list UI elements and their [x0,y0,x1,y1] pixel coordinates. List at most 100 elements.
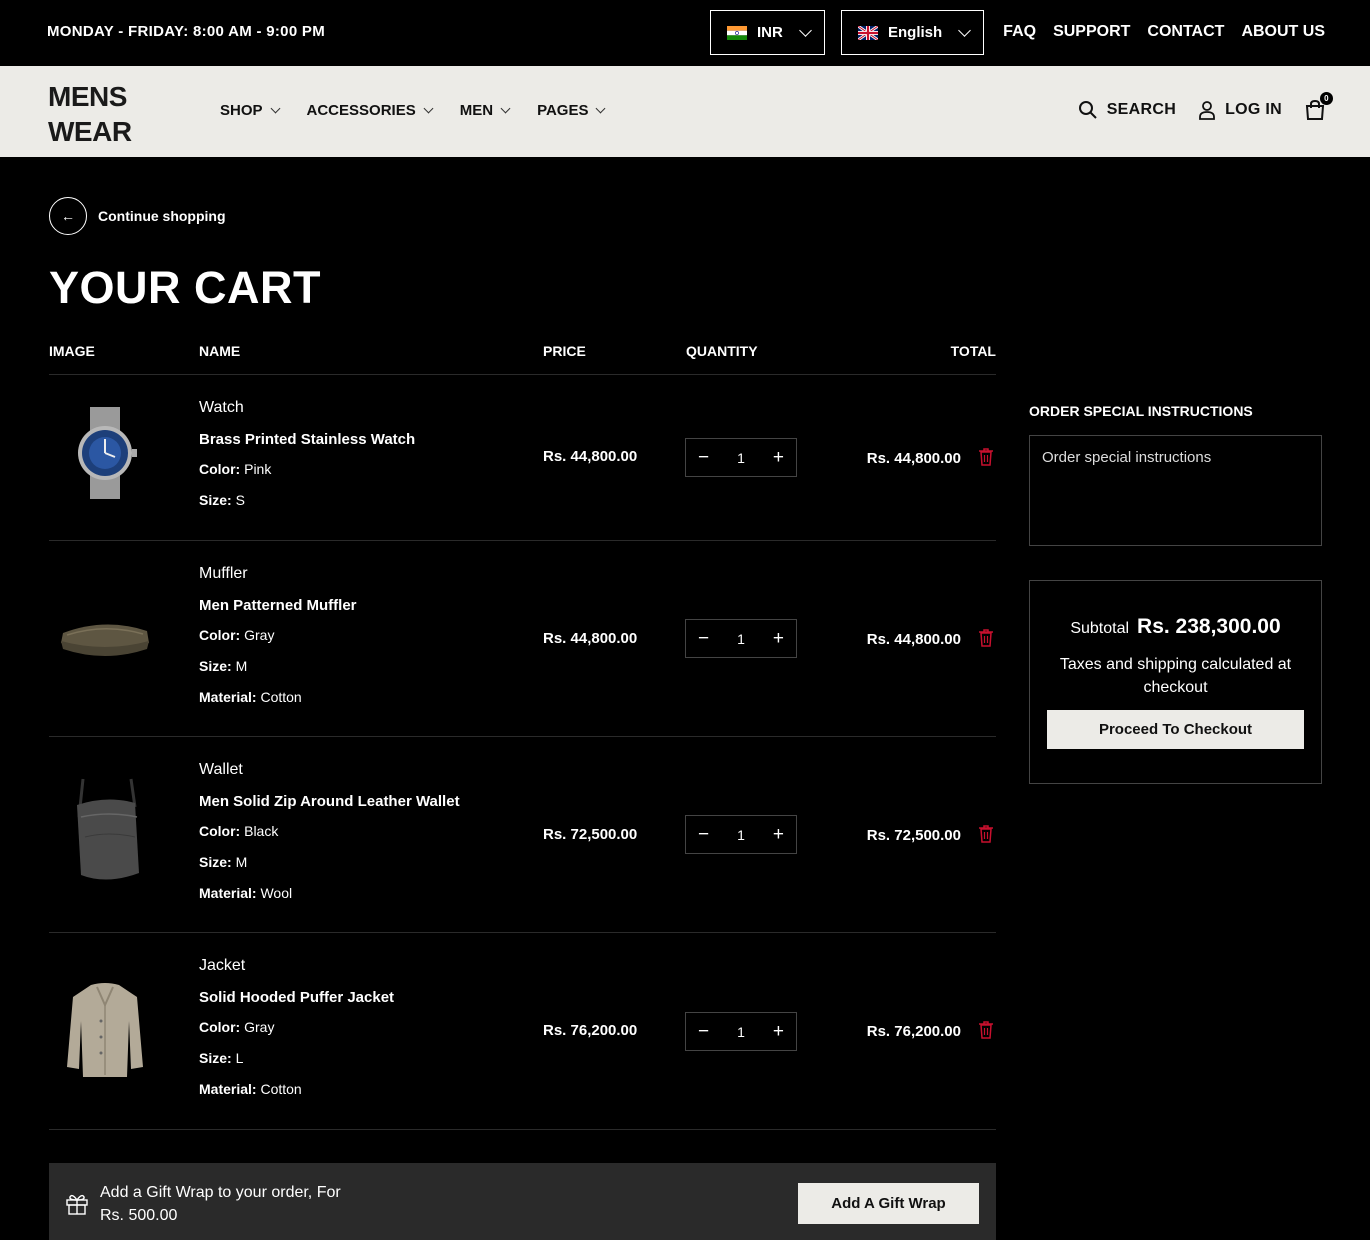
col-quantity: QUANTITY [686,343,758,359]
qty-increase-button[interactable]: + [773,825,784,844]
product-image-muffler[interactable] [57,591,153,687]
line-total: Rs. 44,800.00 [866,450,961,467]
chevron-down-icon [500,103,511,114]
product-size: Size: M [199,658,248,674]
qty-increase-button[interactable]: + [773,1022,784,1041]
qty-value[interactable]: 1 [737,1024,745,1040]
product-info: Muffler Men Patterned Muffler Color: Gra… [199,565,357,720]
uk-flag-icon [858,25,878,40]
qty-increase-button[interactable]: + [773,448,784,467]
remove-item-button[interactable] [978,448,994,466]
site-logo[interactable]: MENS WEAR [48,79,132,149]
line-total: Rs. 76,200.00 [866,1023,961,1040]
qty-value[interactable]: 1 [737,827,745,843]
search-icon [1078,101,1097,119]
nav-pages[interactable]: PAGES [537,102,606,119]
chevron-down-icon [270,103,280,114]
product-material: Material: Wool [199,885,293,901]
faq-link[interactable]: FAQ [1003,23,1036,41]
language-selector[interactable]: English [841,10,984,55]
product-category: Wallet [199,761,243,778]
trash-icon [979,1021,993,1039]
product-image-watch[interactable] [57,405,153,501]
arrow-left-icon: ← [49,197,87,235]
qty-decrease-button[interactable]: − [698,629,709,648]
product-image-wallet[interactable] [57,777,153,880]
product-name[interactable]: Men Patterned Muffler [199,597,357,614]
india-flag-icon [727,25,747,40]
currency-label: INR [757,24,783,41]
table-row: Watch Brass Printed Stainless Watch Colo… [49,375,996,541]
qty-decrease-button[interactable]: − [698,825,709,844]
product-price: Rs. 72,500.00 [543,826,638,843]
table-row: Jacket Solid Hooded Puffer Jacket Color:… [49,933,996,1130]
product-name[interactable]: Brass Printed Stainless Watch [199,431,415,448]
col-name: NAME [199,343,241,359]
cart-count-badge: 0 [1320,92,1333,105]
product-info: Watch Brass Printed Stainless Watch Colo… [199,399,415,523]
remove-item-button[interactable] [978,629,994,647]
header-actions: SEARCH LOG IN 0 [1078,92,1333,121]
qty-increase-button[interactable]: + [773,629,784,648]
add-gift-wrap-button[interactable]: Add A Gift Wrap [798,1183,979,1224]
checkout-button[interactable]: Proceed To Checkout [1047,710,1304,749]
gift-wrap-price: Rs. 500.00 [100,1207,178,1224]
quantity-stepper: − 1 + [685,619,797,658]
gift-wrap-text: Add a Gift Wrap to your order, For Rs. 5… [100,1181,341,1227]
support-link[interactable]: SUPPORT [1053,23,1130,41]
chevron-down-icon [423,103,434,114]
store-hours: MONDAY - FRIDAY: 8:00 AM - 9:00 PM [47,23,326,40]
order-instructions-title: ORDER SPECIAL INSTRUCTIONS [1029,403,1253,419]
product-category: Muffler [199,565,248,582]
remove-item-button[interactable] [978,1021,994,1039]
product-price: Rs. 44,800.00 [543,630,638,647]
product-name[interactable]: Men Solid Zip Around Leather Wallet [199,793,460,810]
continue-shopping-link[interactable]: ← Continue shopping [49,197,226,235]
product-price: Rs. 76,200.00 [543,1022,638,1039]
nav-shop-label: SHOP [220,102,263,119]
order-instructions-input[interactable] [1029,435,1322,546]
nav-shop[interactable]: SHOP [220,102,280,119]
qty-value[interactable]: 1 [737,631,745,647]
login-label: LOG IN [1225,101,1282,118]
product-name[interactable]: Solid Hooded Puffer Jacket [199,989,394,1006]
currency-selector[interactable]: INR [710,10,825,55]
qty-value[interactable]: 1 [737,450,745,466]
product-size: Size: L [199,1050,244,1066]
qty-decrease-button[interactable]: − [698,1022,709,1041]
top-links: FAQ SUPPORT CONTACT ABOUT US [1003,23,1325,41]
line-total: Rs. 72,500.00 [866,827,961,844]
top-bar: MONDAY - FRIDAY: 8:00 AM - 9:00 PM INR E… [0,0,1370,66]
continue-shopping-label: Continue shopping [98,208,226,224]
trash-icon [979,825,993,843]
subtotal-value: Rs. 238,300.00 [1137,615,1281,638]
nav-men[interactable]: MEN [460,102,511,119]
qty-decrease-button[interactable]: − [698,448,709,467]
product-size: Size: M [199,854,248,870]
remove-item-button[interactable] [978,825,994,843]
main-nav: SHOP ACCESSORIES MEN PAGES [220,102,606,119]
contact-link[interactable]: CONTACT [1147,23,1224,41]
order-summary: Subtotal Rs. 238,300.00 Taxes and shippin… [1029,580,1322,784]
search-label: SEARCH [1106,101,1177,118]
search-button[interactable]: SEARCH [1078,100,1176,120]
product-info: Jacket Solid Hooded Puffer Jacket Color:… [199,957,394,1112]
col-image: IMAGE [49,343,95,359]
subtotal-label: Subtotal [1070,620,1130,637]
trash-icon [979,629,993,647]
quantity-stepper: − 1 + [685,1012,797,1051]
subtotal-line: Subtotal Rs. 238,300.00 [1030,615,1321,639]
nav-accessories[interactable]: ACCESSORIES [306,102,434,119]
user-icon [1199,101,1215,120]
trash-icon [979,448,993,466]
about-us-link[interactable]: ABOUT US [1241,23,1325,41]
site-header: MENS WEAR SHOP ACCESSORIES MEN PAGES SEA… [0,66,1370,157]
login-button[interactable]: LOG IN [1198,100,1282,120]
line-total: Rs. 44,800.00 [866,631,961,648]
nav-pages-label: PAGES [537,102,589,119]
nav-accessories-label: ACCESSORIES [306,102,416,119]
cart-button[interactable]: 0 [1304,92,1333,121]
gift-wrap-banner: Add a Gift Wrap to your order, For Rs. 5… [49,1163,996,1240]
product-image-jacket[interactable] [57,981,153,1077]
product-color: Color: Black [199,823,279,839]
